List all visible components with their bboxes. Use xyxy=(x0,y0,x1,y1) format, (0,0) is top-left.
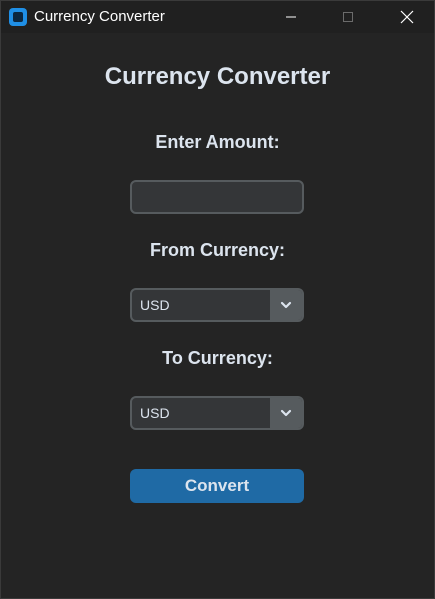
page-title: Currency Converter xyxy=(104,63,331,90)
chevron-down-icon xyxy=(280,301,292,309)
close-button[interactable] xyxy=(384,1,430,33)
from-currency-label: From Currency: xyxy=(149,240,286,260)
title-bar[interactable]: Currency Converter xyxy=(1,1,434,33)
chevron-down-icon xyxy=(280,409,292,417)
close-icon xyxy=(400,10,414,24)
from-currency-select[interactable]: USD xyxy=(130,288,304,322)
amount-label: Enter Amount: xyxy=(155,132,280,152)
to-currency-value: USD xyxy=(140,405,170,421)
to-currency-select[interactable]: USD xyxy=(130,396,304,430)
maximize-icon xyxy=(343,12,353,22)
convert-button[interactable]: Convert xyxy=(130,469,304,503)
to-currency-dropdown-button[interactable] xyxy=(270,398,302,428)
app-window: Currency Converter Currency Converter En… xyxy=(0,0,435,599)
app-icon xyxy=(9,8,27,26)
minimize-icon xyxy=(286,16,296,18)
window-title: Currency Converter xyxy=(34,8,165,25)
from-currency-dropdown-button[interactable] xyxy=(270,290,302,320)
maximize-button[interactable] xyxy=(325,1,371,33)
amount-input[interactable] xyxy=(130,180,304,214)
from-currency-value: USD xyxy=(140,297,170,313)
to-currency-label: To Currency: xyxy=(162,348,273,368)
minimize-button[interactable] xyxy=(268,1,314,33)
